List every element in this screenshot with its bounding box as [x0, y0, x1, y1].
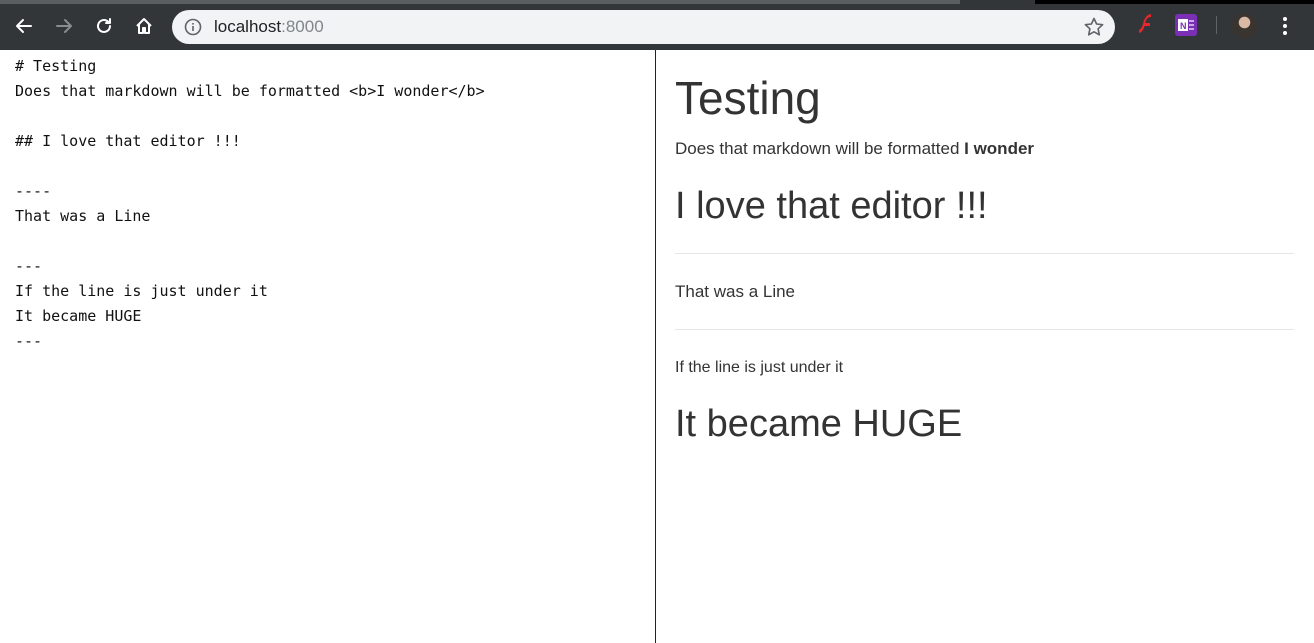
arrow-left-icon	[16, 19, 32, 33]
info-icon[interactable]	[184, 18, 202, 36]
preview-paragraph-1: Does that markdown will be formatted I w…	[675, 139, 1034, 159]
more-menu-icon[interactable]	[1276, 14, 1294, 38]
address-bar[interactable]: localhost:8000	[172, 10, 1115, 44]
home-button[interactable]	[130, 12, 158, 40]
browser-toolbar: localhost:8000 N	[0, 0, 1314, 50]
preview-heading-1: Testing	[675, 72, 821, 124]
svg-text:N: N	[1180, 21, 1187, 31]
source-line: ---	[15, 332, 43, 350]
preview-paragraph-3: If the line is just under it	[675, 359, 844, 376]
preview-heading-2: I love that editor !!!	[675, 185, 988, 227]
arrow-right-icon	[56, 19, 72, 33]
profile-avatar[interactable]	[1232, 13, 1257, 38]
preview-paragraph-2: That was a Line	[675, 282, 796, 301]
markdown-editor[interactable]: # Testing Does that markdown will be form…	[0, 50, 656, 643]
forward-button[interactable]	[50, 12, 78, 40]
preview-paragraph-1-bold: I wonder	[964, 139, 1035, 158]
url-host: localhost	[214, 17, 282, 36]
horizontal-rule	[675, 253, 1294, 254]
source-line: If the line is just under it	[15, 282, 268, 300]
markdown-source[interactable]: # Testing Does that markdown will be form…	[0, 50, 655, 354]
horizontal-rule	[675, 329, 1294, 330]
source-line	[15, 229, 655, 254]
source-line: ----	[15, 182, 52, 200]
source-line: That was a Line	[15, 207, 151, 225]
source-line: It became HUGE	[15, 307, 142, 325]
reload-icon	[97, 18, 111, 33]
url-port: :8000	[281, 17, 324, 36]
onenote-extension-icon[interactable]: N	[1175, 14, 1197, 36]
markdown-preview: Testing Does that markdown will be forma…	[656, 50, 1311, 643]
preview-paragraph-1-text: Does that markdown will be formatted	[675, 139, 965, 158]
source-line: Does that markdown will be formatted <b>…	[15, 82, 485, 100]
preview-setext-heading: It became HUGE	[675, 403, 963, 445]
source-line: # Testing	[15, 57, 97, 75]
toolbar-divider	[1216, 16, 1217, 34]
url-text[interactable]: localhost:8000	[214, 17, 324, 37]
source-line	[15, 154, 655, 179]
onenote-icon: N	[1178, 19, 1194, 31]
bookmark-star-icon[interactable]	[1083, 16, 1105, 38]
source-line	[15, 104, 655, 129]
source-line: ---	[15, 257, 43, 275]
reload-button[interactable]	[90, 12, 118, 40]
back-button[interactable]	[10, 12, 38, 40]
source-line: ## I love that editor !!!	[15, 132, 241, 150]
flash-extension-icon[interactable]	[1136, 14, 1158, 36]
tab-strip-right	[1035, 0, 1314, 4]
tab-strip	[0, 0, 960, 4]
home-icon	[136, 18, 152, 34]
